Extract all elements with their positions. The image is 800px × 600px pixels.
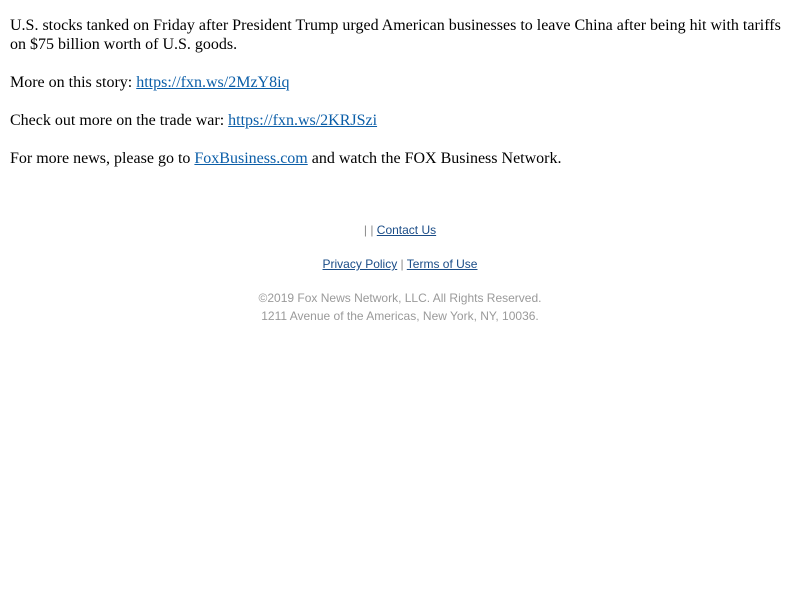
footer-separator: | xyxy=(370,223,374,237)
more-news-prefix: For more news, please go to xyxy=(10,150,195,167)
copyright-text: ©2019 Fox News Network, LLC. All Rights … xyxy=(258,291,542,305)
contact-us-link[interactable]: Contact Us xyxy=(377,223,436,237)
trade-war-line: Check out more on the trade war: https:/… xyxy=(10,111,785,130)
email-body: U.S. stocks tanked on Friday after Presi… xyxy=(10,16,785,187)
footer-legal-row: Privacy Policy | Terms of Use xyxy=(0,256,800,273)
footer-separator: | xyxy=(363,223,367,237)
trade-war-label: Check out more on the trade war: xyxy=(10,112,229,129)
foxbusiness-link[interactable]: FoxBusiness.com xyxy=(194,150,307,167)
footer-contact-row: | | Contact Us xyxy=(0,222,800,239)
more-story-line: More on this story: https://fxn.ws/2MzY8… xyxy=(10,73,785,92)
more-story-link[interactable]: https://fxn.ws/2MzY8iq xyxy=(136,74,289,91)
story-summary: U.S. stocks tanked on Friday after Presi… xyxy=(10,17,781,53)
address-text: 1211 Avenue of the Americas, New York, N… xyxy=(261,309,539,323)
more-news-suffix: and watch the FOX Business Network. xyxy=(307,150,562,167)
more-news-line: For more news, please go to FoxBusiness.… xyxy=(10,149,785,168)
email-footer: | | Contact Us Privacy Policy | Terms of… xyxy=(0,222,800,325)
trade-war-link[interactable]: https://fxn.ws/2KRJSzi xyxy=(228,112,377,129)
terms-of-use-link[interactable]: Terms of Use xyxy=(407,257,478,271)
footer-separator: | xyxy=(400,257,404,271)
privacy-policy-link[interactable]: Privacy Policy xyxy=(323,257,398,271)
more-story-label: More on this story: xyxy=(10,74,137,91)
